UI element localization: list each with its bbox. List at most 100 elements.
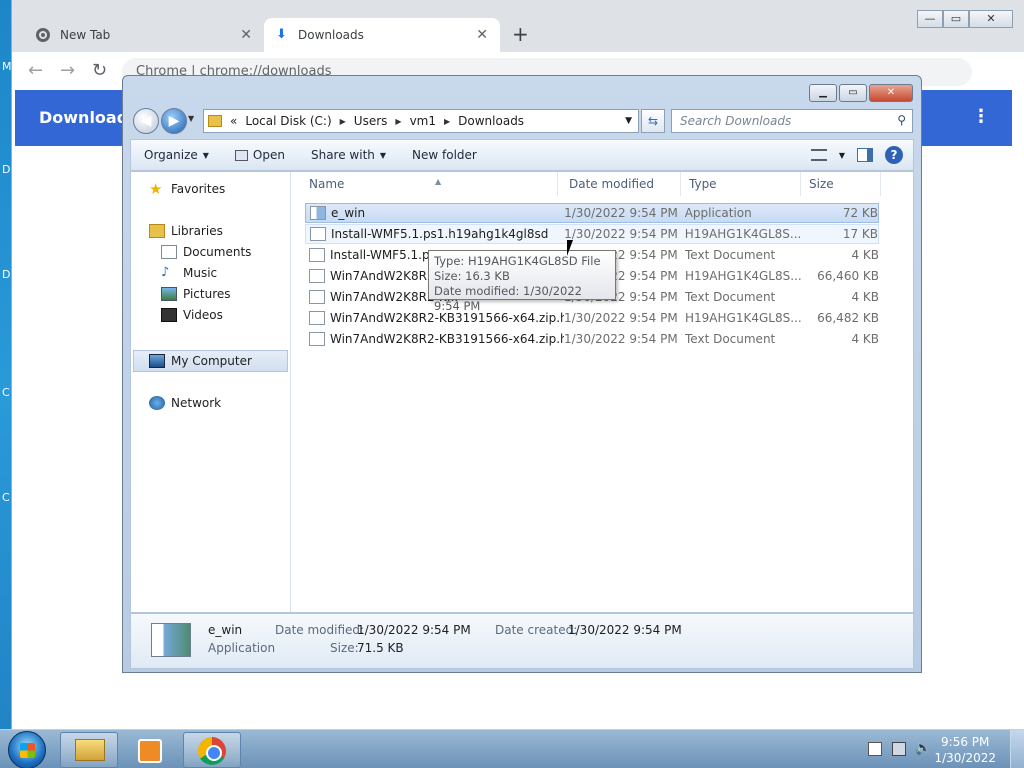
new-folder-button[interactable]: New folder [399, 148, 490, 162]
text-file-icon [309, 290, 325, 304]
file-date: 1/30/2022 9:54 PM [564, 332, 678, 346]
explorer-window: ▁ ▭ ✕ ◀ ▶ ▼ « Local Disk (C:) ▶ Users ▶ … [122, 75, 922, 673]
nav-item-network[interactable]: Network [149, 396, 221, 410]
column-header-size[interactable]: Size [801, 172, 881, 196]
desktop-icon-label: C [2, 491, 10, 504]
new-folder-label: New folder [412, 148, 477, 162]
text-file-icon [309, 248, 325, 262]
search-placeholder: Search Downloads [680, 114, 792, 128]
preview-pane-icon[interactable] [857, 148, 873, 162]
nav-label: Videos [183, 308, 223, 322]
clock-date: 1/30/2022 [934, 751, 996, 765]
clock-time: 9:56 PM [941, 735, 990, 749]
chevron-down-icon[interactable]: ▼ [625, 116, 632, 126]
tab-new-tab[interactable]: New Tab ✕ [24, 18, 264, 52]
table-row[interactable]: Win7AndW2K8R2-KB3191566-x64.zip.h19... 1… [305, 329, 879, 349]
sort-up-icon: ▲ [435, 177, 442, 186]
nav-item-my-computer[interactable]: My Computer [149, 354, 252, 368]
minimize-button[interactable]: — [917, 10, 943, 28]
application-icon [310, 206, 326, 220]
close-icon[interactable]: ✕ [476, 27, 488, 43]
chevron-down-icon[interactable]: ▼ [839, 151, 845, 160]
breadcrumb-users[interactable]: Users [354, 114, 388, 128]
file-type: Text Document [685, 332, 776, 346]
close-icon[interactable]: ✕ [240, 27, 252, 43]
close-button[interactable]: ✕ [969, 10, 1013, 28]
pictures-icon [161, 287, 177, 301]
organize-button[interactable]: Organize ▼ [131, 148, 222, 162]
details-date-created-label: Date created: [495, 623, 578, 637]
nav-label: Favorites [171, 182, 226, 196]
file-name: e_win [330, 206, 366, 220]
table-row[interactable]: e_win 1/30/2022 9:54 PM Application 72 K… [305, 203, 879, 223]
taskbar-chrome-button[interactable] [183, 732, 241, 768]
maximize-button[interactable]: ▭ [839, 84, 867, 102]
chrome-tab-strip: New Tab ✕ ⬇ Downloads ✕ + — ▭ ✕ [12, 0, 1024, 52]
nav-item-pictures[interactable]: Pictures [161, 287, 231, 301]
column-label: Type [689, 177, 717, 191]
back-button[interactable]: ◀ [133, 108, 159, 134]
breadcrumb-overflow[interactable]: « [230, 114, 237, 128]
chevron-right-icon[interactable]: ▶ [444, 117, 450, 126]
close-button[interactable]: ✕ [869, 84, 913, 102]
start-button[interactable] [8, 731, 46, 768]
network-tray-icon[interactable] [892, 742, 906, 756]
reload-icon[interactable]: ↻ [92, 60, 107, 81]
documents-icon [161, 245, 177, 259]
column-header-type[interactable]: Type [681, 172, 801, 196]
nav-item-music[interactable]: ♪ Music [161, 266, 217, 281]
share-with-button[interactable]: Share with ▼ [298, 148, 399, 162]
chevron-right-icon[interactable]: ▶ [340, 117, 346, 126]
address-bar[interactable]: « Local Disk (C:) ▶ Users ▶ vm1 ▶ Downlo… [203, 109, 639, 133]
taskbar-media-player-button[interactable] [121, 732, 179, 768]
action-center-flag-icon[interactable] [868, 742, 882, 756]
open-button[interactable]: Open [222, 148, 298, 162]
details-file-kind: Application [208, 641, 276, 655]
breadcrumb-downloads[interactable]: Downloads [458, 114, 524, 128]
minimize-button[interactable]: ▁ [809, 84, 837, 102]
command-bar: Organize ▼ Open Share with ▼ New folder … [130, 139, 914, 171]
file-date: 1/30/2022 9:54 PM [564, 206, 678, 220]
details-size-label: Size: [330, 641, 359, 655]
nav-item-favorites[interactable]: ★ Favorites [149, 182, 226, 197]
nav-item-libraries[interactable]: Libraries [149, 224, 223, 238]
maximize-button[interactable]: ▭ [943, 10, 969, 28]
new-tab-button[interactable]: + [512, 22, 529, 46]
tab-downloads[interactable]: ⬇ Downloads ✕ [264, 18, 500, 52]
explorer-content: ★ Favorites Libraries Documents ♪ Music … [130, 171, 914, 613]
taskbar-explorer-button[interactable] [60, 732, 118, 768]
view-options-icon[interactable] [810, 149, 827, 161]
forward-button[interactable]: ▶ [161, 108, 187, 134]
volume-icon[interactable]: 🔈 [915, 742, 931, 756]
nav-label: My Computer [171, 354, 252, 368]
column-header-date-modified[interactable]: Date modified [561, 172, 681, 196]
nav-item-documents[interactable]: Documents [161, 245, 251, 259]
more-menu-icon[interactable]: ⋮ [972, 106, 990, 127]
refresh-button[interactable]: ⇆ [641, 109, 665, 133]
recent-pages-dropdown[interactable]: ▼ [188, 114, 194, 123]
system-clock[interactable]: 9:56 PM 1/30/2022 [934, 734, 996, 766]
tooltip-type: Type: H19AHG1K4GL8SD File [434, 254, 601, 268]
details-date-modified-label: Date modified: [275, 623, 365, 637]
breadcrumb-local-disk[interactable]: Local Disk (C:) [245, 114, 331, 128]
back-arrow-icon[interactable]: ← [28, 60, 43, 81]
help-icon[interactable]: ? [885, 146, 903, 164]
file-size: 17 KB [842, 227, 878, 241]
column-header-name[interactable]: ▲ Name [301, 172, 558, 196]
nav-item-videos[interactable]: Videos [161, 308, 223, 322]
show-desktop-button[interactable] [1010, 730, 1024, 768]
forward-arrow-icon[interactable]: → [60, 60, 75, 81]
libraries-icon [149, 224, 165, 238]
breadcrumb-vm1[interactable]: vm1 [410, 114, 436, 128]
search-input[interactable]: Search Downloads ⚲ [671, 109, 913, 133]
computer-icon [149, 354, 165, 368]
download-icon: ⬇ [276, 27, 287, 42]
file-type: H19AHG1K4GL8S... [684, 227, 802, 241]
tooltip-size: Size: 16.3 KB [434, 269, 510, 283]
table-row[interactable]: Install-WMF5.1.ps1.h19ahg1k4gl8sd 1/30/2… [305, 224, 879, 244]
folder-icon [208, 115, 222, 127]
network-icon [149, 396, 165, 410]
videos-icon [161, 308, 177, 322]
chevron-right-icon[interactable]: ▶ [395, 117, 401, 126]
search-icon[interactable]: ⚲ [897, 113, 906, 127]
